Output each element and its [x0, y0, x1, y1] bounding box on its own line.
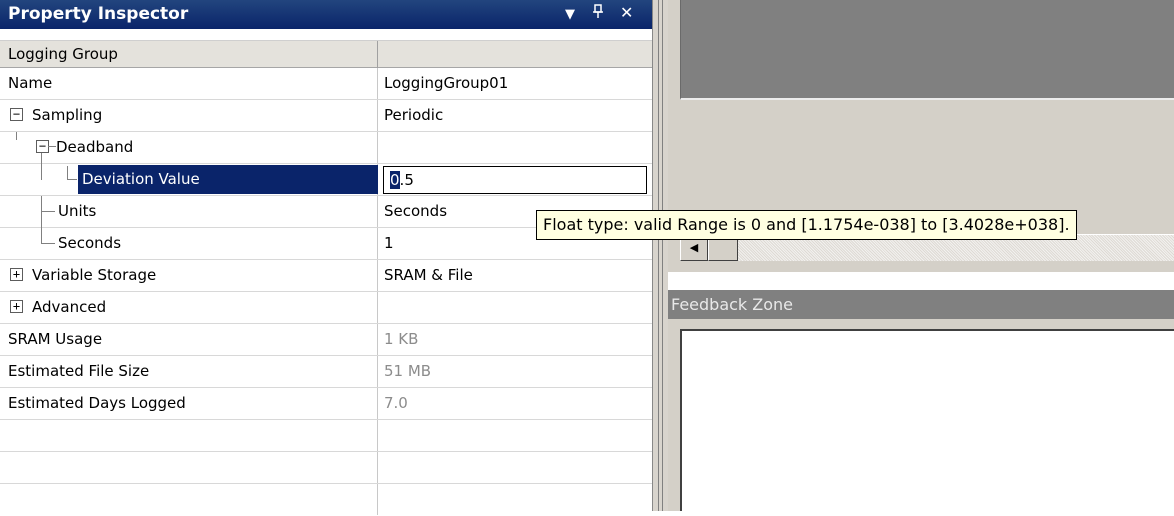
property-variable-storage-label: Variable Storage: [32, 266, 157, 284]
inspector-title-bar: Property Inspector ▼ ✕: [0, 0, 652, 29]
feedback-zone-title: Feedback Zone: [668, 290, 1174, 319]
empty-row: [0, 484, 652, 516]
group-header-row: Logging Group: [0, 40, 652, 68]
property-name-value[interactable]: LoggingGroup01: [384, 74, 508, 92]
property-row-advanced[interactable]: + Advanced: [0, 292, 652, 324]
property-row-variable-storage[interactable]: + Variable Storage SRAM & File: [0, 260, 652, 292]
dropdown-arrow-icon[interactable]: ▼: [565, 5, 575, 25]
property-days-label: Estimated Days Logged: [8, 394, 186, 412]
property-row-deviation-value[interactable]: Deviation Value 0.5: [0, 164, 652, 196]
expand-variable-storage-icon[interactable]: +: [10, 268, 23, 281]
pin-icon[interactable]: [592, 3, 604, 24]
property-name-label: Name: [8, 74, 53, 92]
empty-row: [0, 452, 652, 484]
property-deadband-label: Deadband: [56, 138, 134, 156]
property-days-value: 7.0: [384, 394, 408, 412]
property-row-estimated-file-size[interactable]: Estimated File Size 51 MB: [0, 356, 652, 388]
property-sampling-value[interactable]: Periodic: [384, 106, 443, 124]
expand-advanced-icon[interactable]: +: [10, 300, 23, 313]
property-file-size-label: Estimated File Size: [8, 362, 150, 380]
panel-splitter[interactable]: [652, 0, 668, 511]
property-advanced-label: Advanced: [32, 298, 107, 316]
deviation-value-selected-text: 0: [390, 171, 400, 189]
property-row-deadband[interactable]: − Deadband: [0, 132, 652, 164]
design-canvas[interactable]: [680, 0, 1174, 100]
property-sram-usage-value: 1 KB: [384, 330, 419, 348]
property-seconds-value[interactable]: 1: [384, 234, 394, 252]
inspector-title: Property Inspector: [8, 4, 189, 24]
feedback-zone-panel: [668, 319, 1174, 511]
empty-row: [0, 420, 652, 452]
property-sampling-label: Sampling: [32, 106, 103, 124]
property-inspector-panel: Property Inspector ▼ ✕ Logging Group Nam…: [0, 0, 652, 515]
property-row-sampling[interactable]: − Sampling Periodic: [0, 100, 652, 132]
feedback-zone-content[interactable]: [680, 329, 1174, 511]
deviation-value-input[interactable]: 0.5: [383, 166, 647, 194]
property-row-name[interactable]: Name LoggingGroup01: [0, 68, 652, 100]
collapse-sampling-icon[interactable]: −: [10, 108, 23, 121]
group-header-label: Logging Group: [8, 45, 118, 63]
property-file-size-value: 51 MB: [384, 362, 432, 380]
property-deviation-label: Deviation Value: [82, 170, 200, 188]
property-row-estimated-days[interactable]: Estimated Days Logged 7.0: [0, 388, 652, 420]
validation-tooltip: Float type: valid Range is 0 and [1.1754…: [536, 210, 1077, 240]
deviation-value-rest-text: .5: [399, 171, 414, 189]
property-sram-usage-label: SRAM Usage: [8, 330, 103, 348]
property-row-sram-usage[interactable]: SRAM Usage 1 KB: [0, 324, 652, 356]
close-icon[interactable]: ✕: [620, 3, 633, 23]
property-seconds-label: Seconds: [58, 234, 122, 252]
property-units-label: Units: [58, 202, 97, 220]
property-units-value[interactable]: Seconds: [384, 202, 447, 220]
property-variable-storage-value[interactable]: SRAM & File: [384, 266, 473, 284]
